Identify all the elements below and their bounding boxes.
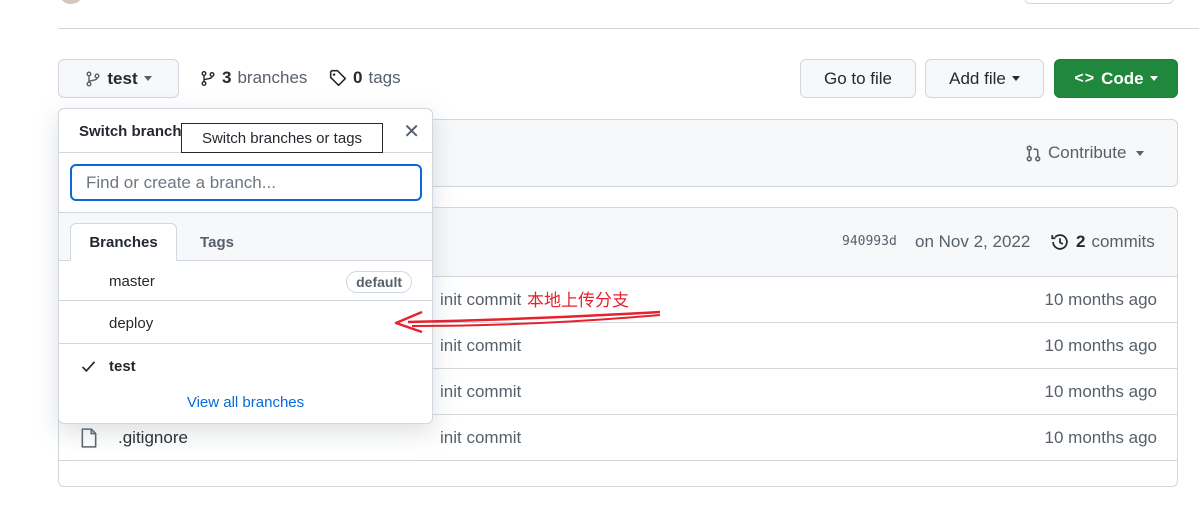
code-label: Code bbox=[1101, 68, 1144, 88]
close-icon[interactable]: ✕ bbox=[403, 119, 420, 144]
contribute-label: Contribute bbox=[1048, 143, 1127, 162]
commits-count: 2 bbox=[1076, 232, 1086, 251]
tags-count: 0 bbox=[353, 68, 363, 87]
file-commit-message[interactable]: init commit bbox=[440, 428, 521, 448]
branch-select-label: test bbox=[107, 68, 138, 88]
check-icon bbox=[81, 361, 96, 373]
tab-tags[interactable]: Tags bbox=[177, 223, 257, 261]
chevron-down-icon bbox=[1149, 76, 1158, 81]
file-commit-age: 10 months ago bbox=[1044, 290, 1157, 309]
file-row[interactable] bbox=[58, 460, 1177, 506]
branch-name: master bbox=[109, 273, 155, 290]
tab-branches[interactable]: Branches bbox=[70, 223, 177, 261]
branch-item-master[interactable]: master default bbox=[59, 260, 432, 303]
contribute-button[interactable]: Contribute bbox=[1025, 143, 1145, 163]
commit-sha[interactable]: 940993d bbox=[842, 234, 897, 249]
code-icon: <> bbox=[1074, 69, 1096, 87]
branches-label: branches bbox=[237, 68, 308, 87]
file-icon bbox=[81, 428, 97, 448]
branch-name: test bbox=[109, 358, 136, 375]
chevron-down-icon bbox=[1136, 150, 1145, 156]
branches-count: 3 bbox=[222, 68, 232, 87]
history-icon bbox=[1051, 234, 1068, 250]
go-to-file-label: Go to file bbox=[823, 68, 893, 88]
header-action-button[interactable] bbox=[1024, 0, 1174, 4]
file-commit-age: 10 months ago bbox=[1044, 336, 1157, 355]
file-commit-message[interactable]: init commit bbox=[440, 382, 521, 402]
annotation-label: 本地上传分支 bbox=[527, 291, 629, 310]
git-branch-icon bbox=[86, 71, 100, 86]
dropdown-divider bbox=[59, 343, 432, 344]
file-commit-message[interactable]: init commit bbox=[440, 336, 521, 356]
git-branch-icon bbox=[201, 70, 215, 86]
branches-link[interactable]: 3 branches bbox=[200, 68, 307, 88]
tags-label: tags bbox=[368, 68, 401, 87]
branch-search-input[interactable] bbox=[70, 164, 422, 201]
view-all-branches-link[interactable]: View all branches bbox=[59, 394, 432, 411]
tag-icon bbox=[329, 69, 347, 87]
commits-link[interactable]: 2 commits bbox=[1050, 232, 1155, 252]
default-badge: default bbox=[346, 270, 412, 293]
branch-select-button[interactable]: test bbox=[58, 59, 179, 98]
switch-branches-tooltip: Switch branches or tags bbox=[181, 123, 383, 153]
commit-date: on Nov 2, 2022 bbox=[915, 232, 1031, 251]
pull-request-icon bbox=[1026, 145, 1041, 161]
tags-link[interactable]: 0 tags bbox=[329, 68, 401, 88]
chevron-down-icon bbox=[143, 76, 152, 81]
branch-item-deploy[interactable]: deploy bbox=[59, 302, 432, 345]
add-file-button[interactable]: Add file bbox=[925, 59, 1044, 98]
file-name[interactable]: .gitignore bbox=[118, 428, 188, 448]
code-button[interactable]: <> Code bbox=[1054, 59, 1178, 98]
chevron-down-icon bbox=[1011, 76, 1020, 81]
branch-dropdown: Switch branches/tags ✕ Branches Tags mas… bbox=[58, 108, 433, 424]
commits-label: commits bbox=[1091, 232, 1155, 251]
branch-name: deploy bbox=[109, 315, 154, 332]
add-file-label: Add file bbox=[949, 68, 1006, 88]
branch-item-test[interactable]: test bbox=[59, 345, 432, 388]
header-divider bbox=[58, 28, 1199, 29]
file-commit-age: 10 months ago bbox=[1044, 382, 1157, 401]
owner-avatar bbox=[60, 0, 82, 4]
go-to-file-button[interactable]: Go to file bbox=[800, 59, 916, 98]
file-commit-age: 10 months ago bbox=[1044, 428, 1157, 447]
dropdown-divider bbox=[59, 300, 432, 301]
